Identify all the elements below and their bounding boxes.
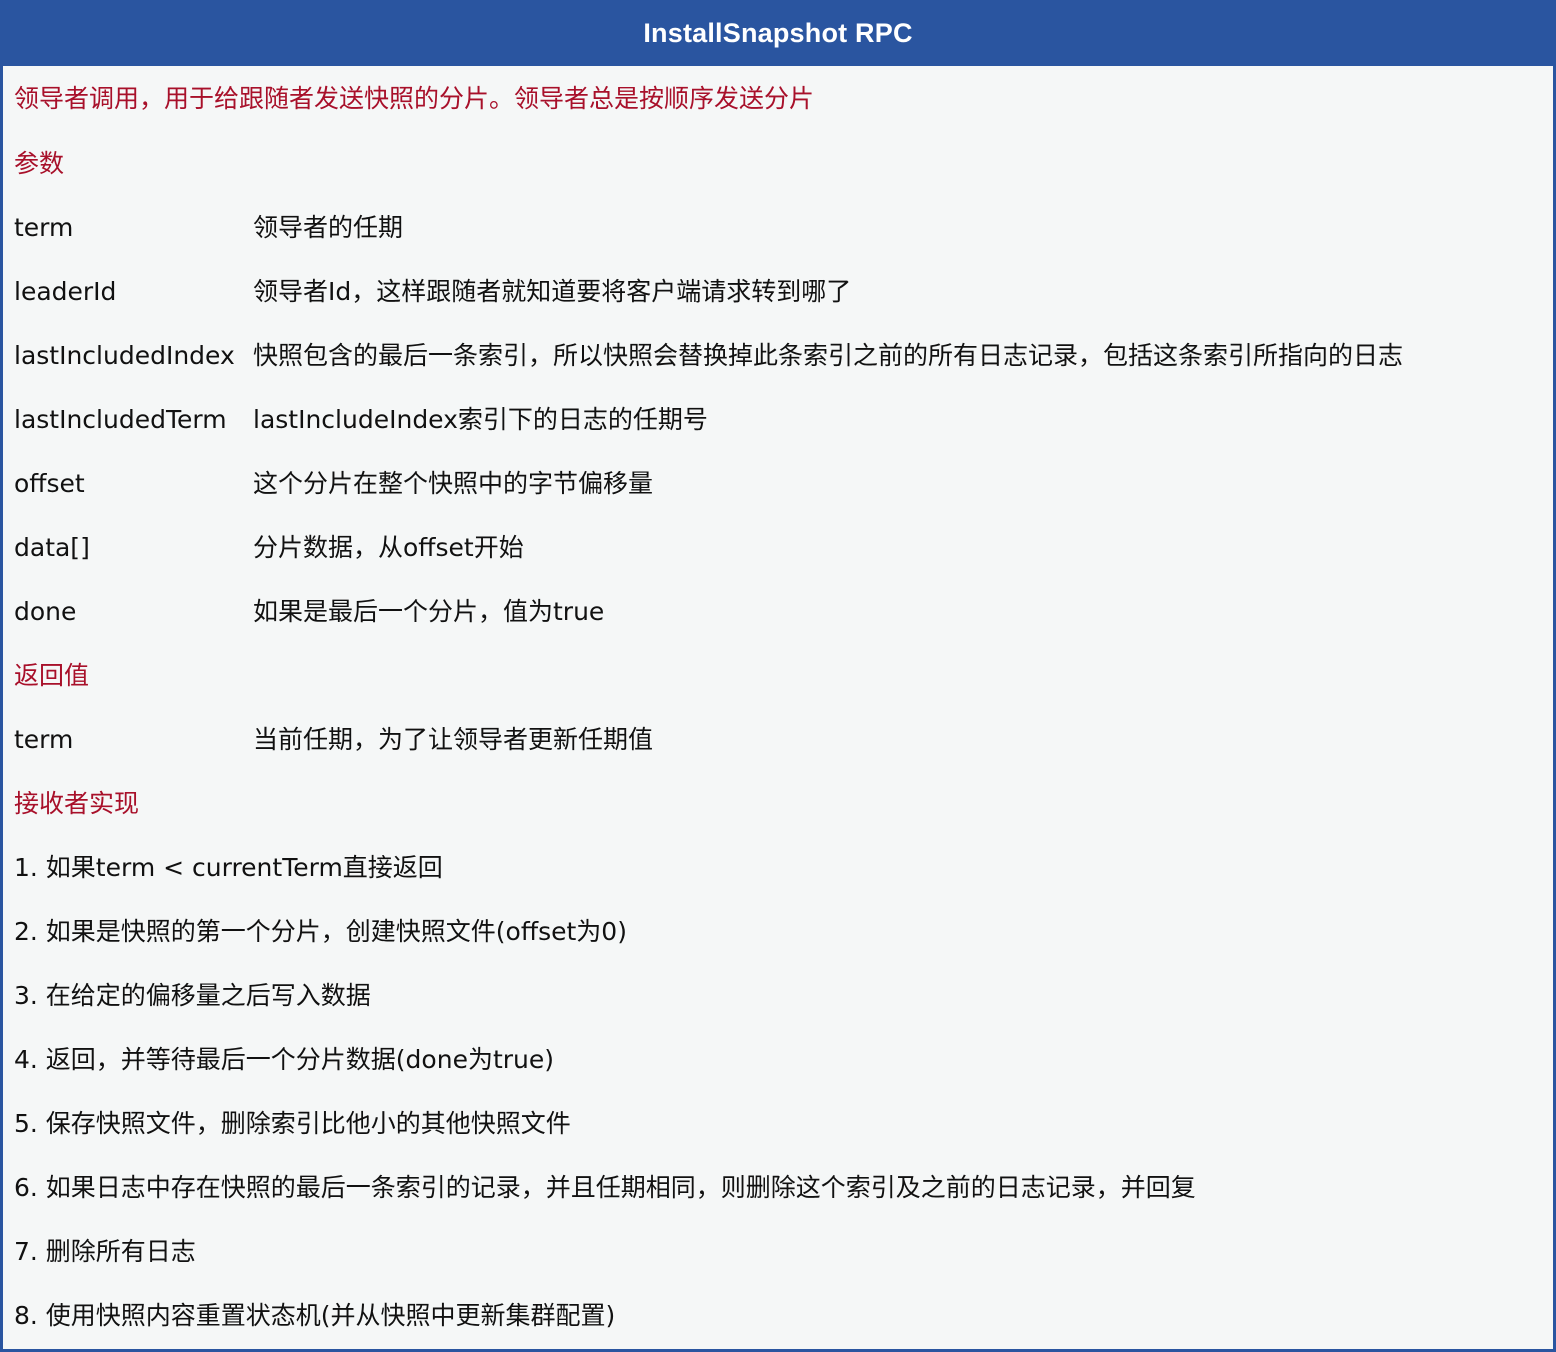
intro-text: 领导者调用，用于给跟随者发送快照的分片。领导者总是按顺序发送分片: [14, 84, 815, 113]
impl-step: 7. 删除所有日志: [14, 1237, 196, 1266]
param-name: lastIncludedIndex: [14, 341, 235, 370]
param-desc: lastIncludeIndex索引下的日志的任期号: [253, 405, 708, 434]
impl-step: 1. 如果term < currentTerm直接返回: [14, 853, 443, 882]
param-desc: 领导者Id，这样跟随者就知道要将客户端请求转到哪了: [253, 277, 852, 306]
params-heading: 参数: [14, 149, 65, 178]
impl-step: 2. 如果是快照的第一个分片，创建快照文件(offset为0): [14, 917, 627, 946]
param-name: offset: [14, 469, 85, 498]
param-desc: 如果是最后一个分片，值为true: [253, 597, 605, 626]
param-desc: 这个分片在整个快照中的字节偏移量: [253, 469, 654, 498]
param-row: offset 这个分片在整个快照中的字节偏移量: [14, 452, 1553, 516]
impl-step: 3. 在给定的偏移量之后写入数据: [14, 981, 371, 1010]
impl-step: 5. 保存快照文件，删除索引比他小的其他快照文件: [14, 1109, 571, 1138]
param-desc: 分片数据，从offset开始: [253, 533, 524, 562]
param-desc: 领导者的任期: [253, 213, 404, 242]
impl-heading: 接收者实现: [14, 789, 140, 818]
param-row: lastIncludedIndex 快照包含的最后一条索引，所以快照会替换掉此条…: [14, 324, 1553, 388]
param-row: leaderId 领导者Id，这样跟随者就知道要将客户端请求转到哪了: [14, 260, 1553, 324]
param-row: lastIncludedTerm lastIncludeIndex索引下的日志的…: [14, 388, 1553, 452]
param-name: lastIncludedTerm: [14, 405, 227, 434]
param-name: term: [14, 213, 74, 242]
param-row: data[] 分片数据，从offset开始: [14, 516, 1553, 580]
impl-step: 8. 使用快照内容重置状态机(并从快照中更新集群配置): [14, 1301, 616, 1330]
impl-step: 6. 如果日志中存在快照的最后一条索引的记录，并且任期相同，则删除这个索引及之前…: [14, 1173, 1196, 1202]
param-desc: 快照包含的最后一条索引，所以快照会替换掉此条索引之前的所有日志记录，包括这条索引…: [253, 341, 1404, 370]
return-name: term: [14, 725, 74, 754]
param-name: data[]: [14, 533, 90, 562]
param-name: leaderId: [14, 277, 117, 306]
card-body: 领导者调用，用于给跟随者发送快照的分片。领导者总是按顺序发送分片 参数 term…: [3, 66, 1553, 1348]
return-desc: 当前任期，为了让领导者更新任期值: [253, 725, 654, 754]
rpc-card: InstallSnapshot RPC 领导者调用，用于给跟随者发送快照的分片。…: [0, 0, 1556, 1352]
param-row: done 如果是最后一个分片，值为true: [14, 580, 1553, 644]
return-row: term 当前任期，为了让领导者更新任期值: [14, 708, 1553, 772]
card-title: InstallSnapshot RPC: [3, 0, 1553, 66]
returns-heading: 返回值: [14, 661, 90, 690]
impl-step: 4. 返回，并等待最后一个分片数据(done为true): [14, 1045, 555, 1074]
param-row: term 领导者的任期: [14, 196, 1553, 260]
param-name: done: [14, 597, 77, 626]
